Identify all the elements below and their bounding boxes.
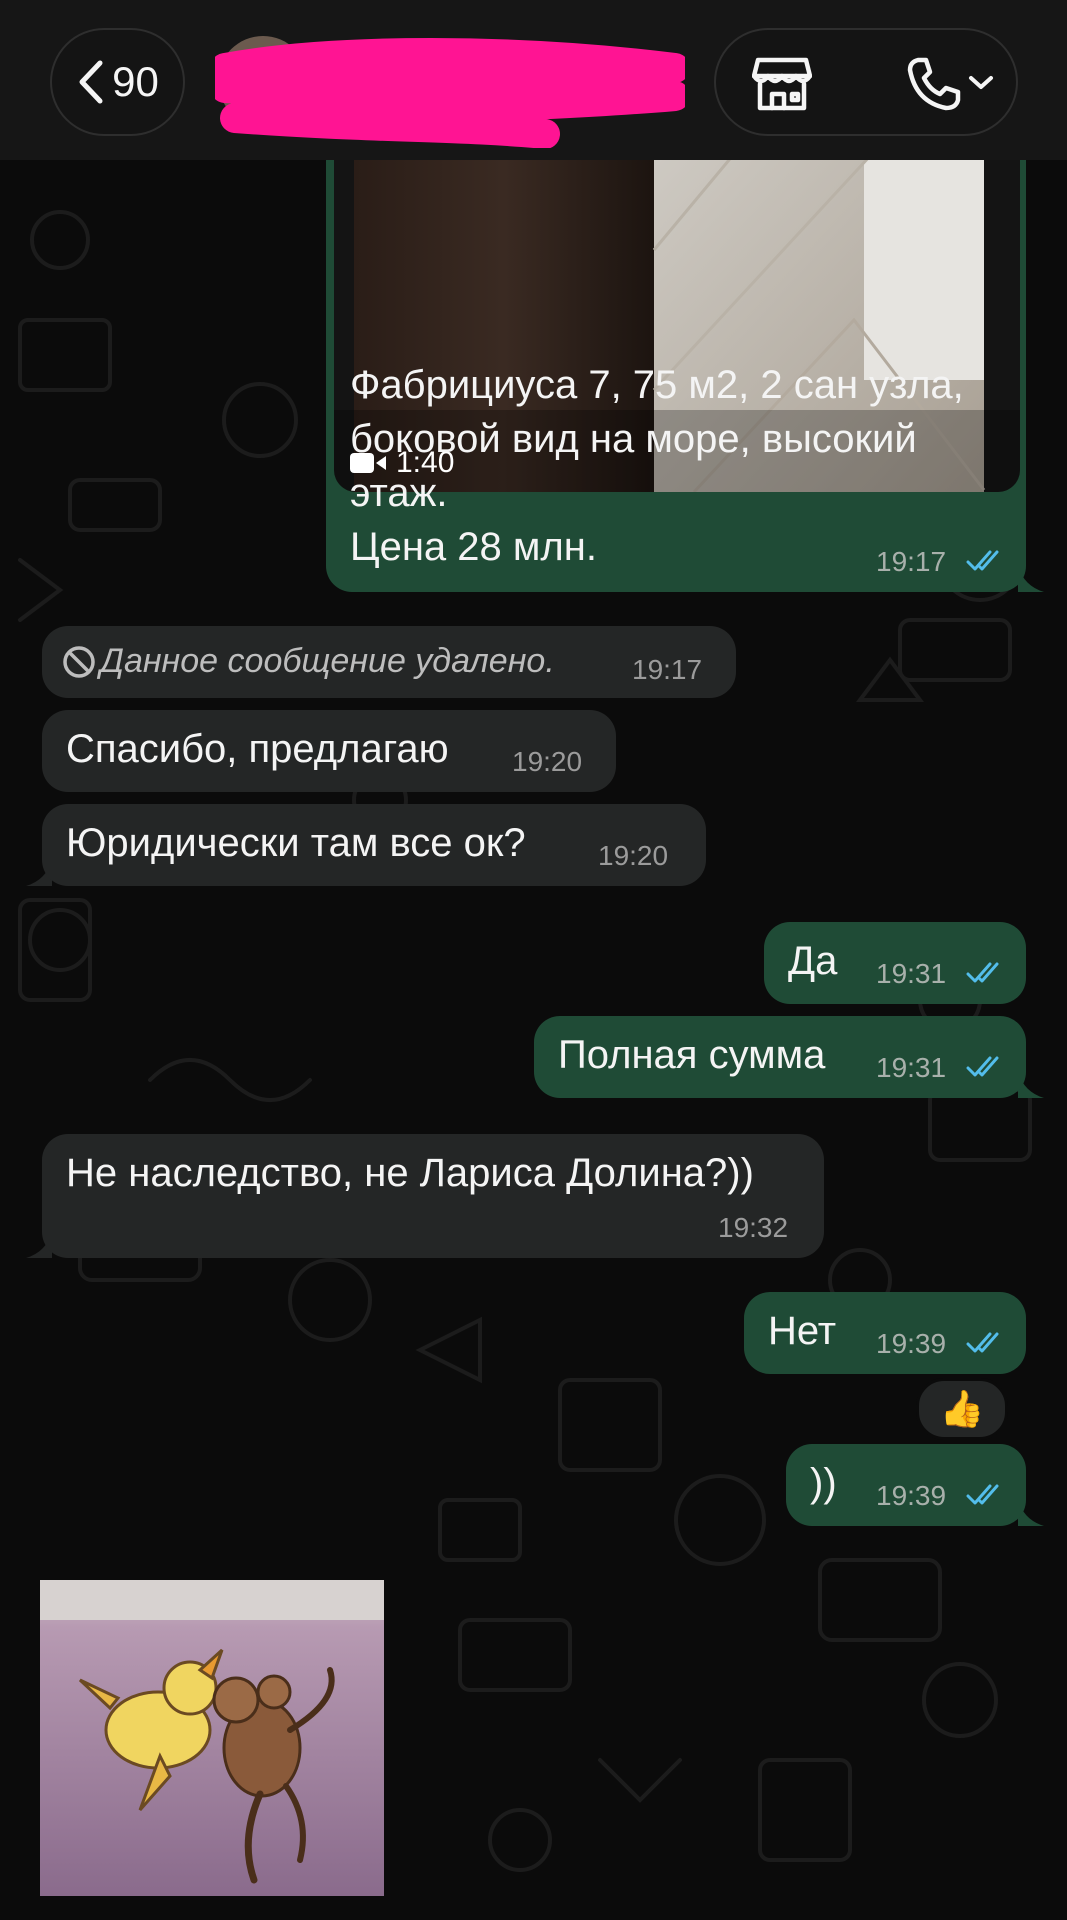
read-ticks-icon (966, 962, 999, 983)
video-caption-line-1: Фабрициуса 7, 75 м2, 2 сан узла, (350, 363, 964, 407)
redaction-scribble (215, 38, 685, 148)
message-bubble[interactable]: Нет 19:39 (744, 1292, 1026, 1374)
message-time: 19:39 (876, 1328, 947, 1359)
video-caption-line-4: Цена 28 млн. (350, 525, 597, 569)
video-caption-line-3: этаж. (350, 471, 448, 515)
store-icon[interactable] (752, 56, 812, 112)
message-bubble[interactable]: Да 19:31 (764, 922, 1026, 1004)
message-bubble[interactable]: Полная сумма 19:31 (534, 1016, 1026, 1098)
read-ticks-icon (966, 1056, 999, 1077)
read-ticks-icon (966, 550, 999, 571)
deleted-message[interactable]: Данное сообщение удалено. 19:17 (42, 626, 736, 698)
message-time: 19:20 (512, 746, 583, 777)
phone-icon[interactable] (906, 56, 962, 112)
unread-count: 90 (112, 58, 159, 105)
message-time: 19:17 (632, 654, 703, 685)
reaction-thumbs-up[interactable]: 👍 (916, 1378, 1008, 1440)
back-button[interactable]: 90 (50, 28, 185, 136)
message-text: Спасибо, предлагаю (66, 727, 449, 771)
deleted-icon (63, 646, 95, 678)
message-time: 19:31 (876, 958, 947, 989)
message-text: Нет (768, 1309, 837, 1353)
video-message[interactable]: 1:40 Фабрициуса 7, 75 м2, 2 сан узла, бо… (326, 130, 1026, 592)
read-ticks-icon (966, 1332, 999, 1353)
chevron-left-icon (79, 60, 103, 104)
header-actions (714, 28, 1018, 136)
message-bubble[interactable]: Юридически там все ок? 19:20 (42, 804, 706, 886)
message-text: Да (788, 939, 838, 983)
chevron-down-icon[interactable] (968, 74, 994, 92)
deleted-message-text: Данное сообщение удалено. (100, 642, 555, 680)
message-bubble[interactable]: Спасибо, предлагаю 19:20 (42, 710, 616, 792)
message-time: 19:20 (598, 840, 669, 871)
message-time: 19:32 (718, 1212, 789, 1243)
message-time: 19:17 (876, 546, 947, 577)
message-text: )) (810, 1461, 837, 1505)
message-time: 19:31 (876, 1052, 947, 1083)
sticker-image[interactable] (40, 1580, 384, 1896)
message-bubble[interactable]: Не наследство, не Лариса Долина?)) 19:32 (42, 1134, 824, 1258)
message-time: 19:39 (876, 1480, 947, 1511)
message-text: Не наследство, не Лариса Долина?)) (66, 1151, 754, 1195)
message-bubble[interactable]: )) 19:39 (786, 1444, 1026, 1526)
chat-header: 90 был(-а) сегодня в 19:40 (0, 0, 1067, 160)
video-caption-line-2: боковой вид на море, высокий (350, 417, 917, 461)
message-text: Полная сумма (558, 1033, 826, 1077)
message-text: Юридически там все ок? (66, 821, 526, 865)
read-ticks-icon (966, 1484, 999, 1505)
